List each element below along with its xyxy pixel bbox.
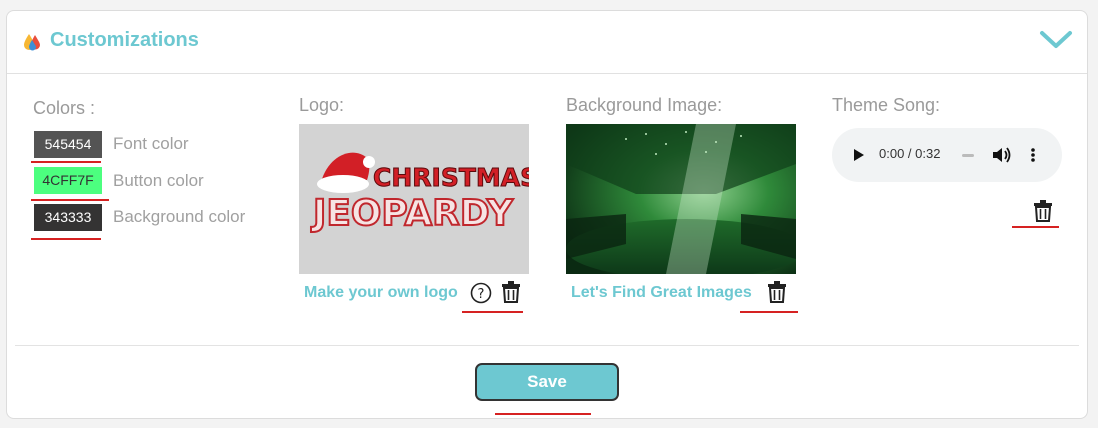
button-color-underline — [31, 199, 109, 201]
theme-song-label: Theme Song: — [832, 95, 941, 115]
chevron-down-icon[interactable] — [1039, 29, 1073, 51]
logo-label: Logo: — [299, 95, 345, 115]
panel-header[interactable]: Customizations — [7, 11, 1087, 74]
background-color-underline — [31, 238, 101, 240]
button-color-swatch[interactable]: 4CFF7F — [34, 167, 102, 194]
background-color-label: Background color — [113, 207, 246, 226]
logo-image: CHRISTMAS JEOPARDY — [299, 124, 539, 274]
palette-drops-icon — [24, 34, 40, 51]
christmas-jeopardy-logo: CHRISTMAS JEOPARDY — [309, 152, 539, 235]
logo-trash-icon[interactable] — [501, 281, 521, 303]
volume-icon[interactable] — [992, 146, 1012, 164]
font-color-underline — [31, 161, 101, 163]
audio-progress-bar[interactable] — [962, 154, 974, 157]
footer-divider — [15, 345, 1079, 346]
play-icon[interactable] — [853, 148, 865, 162]
font-color-swatch[interactable]: 545454 — [34, 131, 102, 158]
button-color-label: Button color — [113, 171, 204, 190]
find-images-link[interactable]: Let's Find Great Images — [571, 284, 752, 302]
save-underline — [495, 413, 591, 415]
audio-time: 0:00 / 0:32 — [879, 146, 941, 161]
background-image — [566, 124, 806, 279]
font-color-label: Font color — [113, 134, 189, 153]
background-trash-icon[interactable] — [767, 281, 787, 303]
save-button[interactable]: Save — [475, 363, 619, 401]
logo-underline — [462, 311, 523, 313]
svg-text:?: ? — [478, 287, 485, 302]
panel-title: Customizations — [50, 29, 199, 51]
logo-text-top: CHRISTMAS — [373, 163, 529, 192]
customizations-panel: Customizations Colors : 545454 Font colo… — [6, 10, 1088, 419]
green-stage-image — [566, 124, 806, 279]
theme-song-underline — [1012, 226, 1059, 228]
colors-label: Colors : — [33, 98, 96, 118]
more-options-icon[interactable] — [1030, 146, 1036, 164]
theme-song-trash-icon[interactable] — [1033, 200, 1053, 222]
logo-text-bottom: JEOPARDY — [310, 193, 514, 234]
background-image-label: Background Image: — [566, 95, 723, 115]
make-own-logo-link[interactable]: Make your own logo — [304, 284, 458, 302]
background-underline — [740, 311, 798, 313]
question-circle-icon[interactable]: ? — [470, 282, 492, 304]
background-color-swatch[interactable]: 343333 — [34, 204, 102, 231]
audio-player[interactable]: 0:00 / 0:32 — [832, 128, 1062, 182]
